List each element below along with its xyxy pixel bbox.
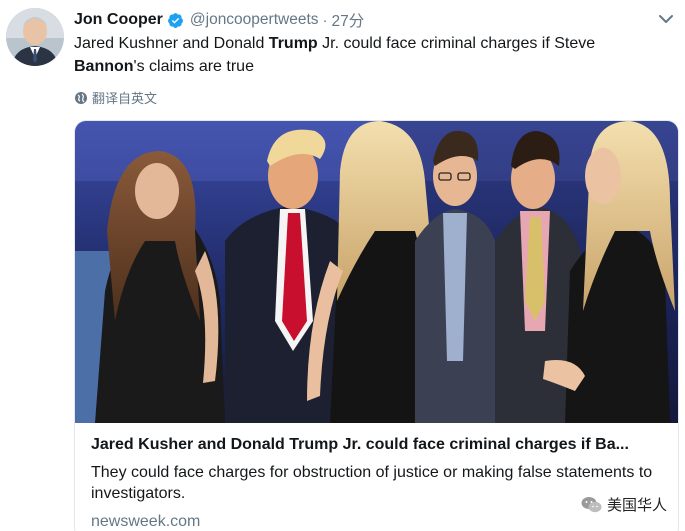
tweet-text-segment: Jared Kushner and Donald — [74, 35, 269, 52]
card-title[interactable]: Jared Kusher and Donald Trump Jr. could … — [91, 434, 662, 456]
link-card[interactable]: Jared Kusher and Donald Trump Jr. could … — [74, 120, 679, 531]
translate-label: 翻译自英文 — [92, 91, 158, 106]
globe-icon — [74, 91, 88, 105]
verified-badge-icon — [167, 12, 184, 29]
author-handle[interactable]: @joncoopertweets — [190, 11, 319, 29]
separator-dot: · — [322, 11, 328, 29]
watermark: 美国华人 — [576, 492, 671, 517]
watermark-text: 美国华人 — [606, 497, 667, 514]
avatar-image — [6, 8, 64, 66]
tweet-text: Jared Kushner and Donald Trump Jr. could… — [74, 32, 634, 78]
author-name[interactable]: Jon Cooper — [74, 11, 163, 29]
tweet-text-segment: Jr. could face criminal charges if Steve — [317, 35, 596, 52]
tweet-header: Jon Cooper @joncoopertweets · 27分 — [74, 9, 675, 31]
translate-link[interactable]: 翻译自英文 — [74, 88, 157, 107]
author-avatar[interactable] — [6, 8, 64, 66]
tweet-text-bold-trump: Trump — [268, 35, 318, 52]
wechat-icon — [581, 496, 603, 514]
tweet-text-segment: 's claims are true — [133, 58, 254, 75]
card-photo — [75, 121, 678, 423]
tweet-timestamp[interactable]: 27分 — [332, 9, 365, 31]
tweet-text-bold-bannon: Bannon — [74, 58, 134, 75]
card-domain: newsweek.com — [91, 513, 201, 530]
chevron-down-icon[interactable] — [657, 12, 675, 26]
